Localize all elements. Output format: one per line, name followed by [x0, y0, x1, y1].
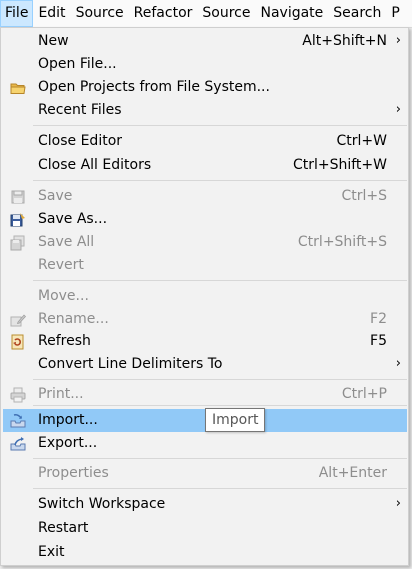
import-tooltip: Import [205, 408, 266, 432]
menu-item-open-file[interactable]: Open File... [3, 53, 407, 76]
menu-project-truncated[interactable]: P [386, 0, 404, 27]
save-as-label: Save As... [38, 211, 108, 227]
menu-bar: File Edit Source Refactor Source Navigat… [0, 0, 412, 28]
save-all-label: Save All [38, 234, 95, 250]
import-label: Import... [38, 412, 98, 428]
rename-shortcut: F2 [370, 311, 387, 327]
menu-item-exit[interactable]: Exit [3, 541, 407, 564]
menu-item-open-projects[interactable]: Open Projects from File System... [3, 76, 407, 99]
new-label: New [38, 33, 69, 49]
submenu-arrow-icon: › [395, 33, 401, 48]
move-label: Move... [38, 288, 89, 304]
close-all-editors-label: Close All Editors [38, 157, 152, 173]
menu-item-recent-files[interactable]: Recent Files › [3, 99, 407, 122]
file-menu-dropdown: New Alt+Shift+N › Open File... Open Proj… [0, 27, 409, 566]
export-icon [10, 437, 26, 451]
menu-separator [33, 405, 407, 406]
menu-item-properties[interactable]: Properties Alt+Enter [3, 462, 407, 485]
folder-icon [10, 83, 26, 94]
rename-label: Rename... [38, 311, 109, 327]
new-shortcut: Alt+Shift+N [302, 33, 387, 49]
menu-separator [33, 458, 407, 459]
close-all-editors-shortcut: Ctrl+Shift+W [292, 157, 387, 173]
refresh-shortcut: F5 [370, 333, 387, 349]
menu-separator [33, 488, 407, 489]
menu-separator [33, 125, 407, 126]
properties-label: Properties [38, 465, 109, 481]
menu-item-move[interactable]: Move... [3, 285, 407, 308]
menu-item-print[interactable]: Print... Ctrl+P [3, 383, 407, 406]
menu-item-restart[interactable]: Restart [3, 517, 407, 540]
menu-source-2[interactable]: Source [197, 0, 255, 27]
menu-edit[interactable]: Edit [33, 0, 70, 27]
save-all-icon [10, 235, 25, 251]
menu-item-refresh[interactable]: Refresh F5 [3, 330, 407, 353]
menu-file[interactable]: File [0, 0, 34, 27]
menu-source[interactable]: Source [71, 0, 129, 27]
convert-line-delimiters-label: Convert Line Delimiters To [38, 356, 223, 372]
menu-item-rename[interactable]: Rename... F2 [3, 308, 407, 331]
save-label: Save [38, 188, 73, 204]
close-editor-shortcut: Ctrl+W [336, 133, 387, 149]
open-projects-label: Open Projects from File System... [38, 79, 270, 95]
save-all-shortcut: Ctrl+Shift+S [297, 234, 387, 250]
submenu-arrow-icon: › [395, 102, 401, 117]
menu-item-close-all-editors[interactable]: Close All Editors Ctrl+Shift+W [3, 154, 407, 177]
restart-label: Restart [38, 520, 89, 536]
save-as-icon [10, 213, 25, 227]
submenu-arrow-icon: › [395, 356, 401, 371]
rename-icon [10, 314, 26, 327]
menu-separator [33, 280, 407, 281]
menu-item-switch-workspace[interactable]: Switch Workspace › [3, 493, 407, 516]
recent-files-label: Recent Files [38, 102, 122, 118]
menu-separator [33, 379, 407, 380]
menu-item-export[interactable]: Export... [3, 432, 407, 455]
open-file-label: Open File... [38, 56, 117, 72]
save-disk-icon [11, 190, 25, 204]
printer-icon [10, 387, 26, 403]
switch-workspace-label: Switch Workspace [38, 496, 166, 512]
menu-item-save-all[interactable]: Save All Ctrl+Shift+S [3, 231, 407, 254]
import-icon [10, 414, 26, 428]
properties-shortcut: Alt+Enter [318, 465, 387, 481]
exit-label: Exit [38, 544, 65, 560]
menu-item-convert-line-delimiters[interactable]: Convert Line Delimiters To › [3, 353, 407, 376]
menu-separator [33, 180, 407, 181]
menu-item-revert[interactable]: Revert [3, 254, 407, 277]
print-shortcut: Ctrl+P [341, 386, 387, 402]
print-label: Print... [38, 386, 84, 402]
menu-refactor[interactable]: Refactor [129, 0, 198, 27]
refresh-icon [11, 334, 24, 350]
menu-item-close-editor[interactable]: Close Editor Ctrl+W [3, 130, 407, 153]
menu-navigate[interactable]: Navigate [255, 0, 328, 27]
refresh-label: Refresh [38, 333, 91, 349]
revert-label: Revert [38, 257, 84, 273]
menu-item-save-as[interactable]: Save As... [3, 208, 407, 231]
close-editor-label: Close Editor [38, 133, 123, 149]
submenu-arrow-icon: › [395, 496, 401, 511]
menu-item-save[interactable]: Save Ctrl+S [3, 185, 407, 208]
save-shortcut: Ctrl+S [341, 188, 387, 204]
menu-search[interactable]: Search [328, 0, 386, 27]
export-label: Export... [38, 435, 98, 451]
menu-item-new[interactable]: New Alt+Shift+N › [3, 30, 407, 53]
